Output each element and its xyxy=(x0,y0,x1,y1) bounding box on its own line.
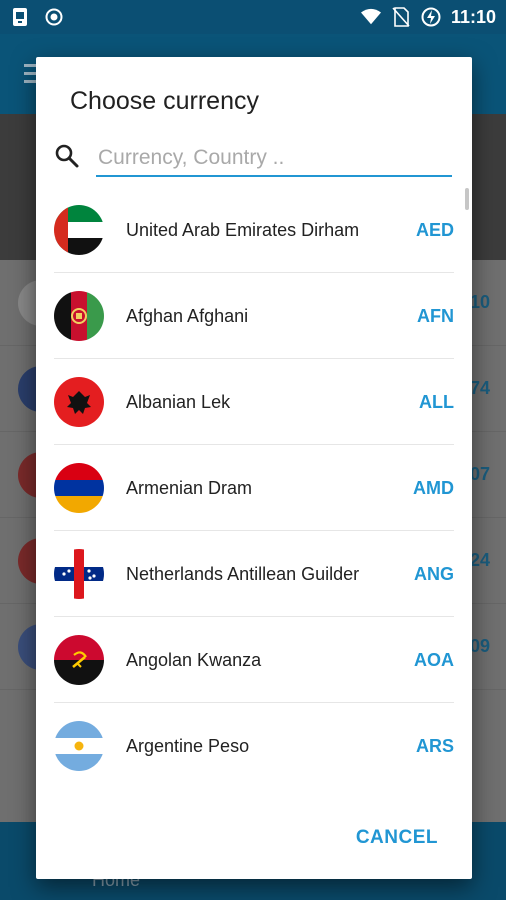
screenshot-icon xyxy=(10,7,30,27)
search-icon xyxy=(54,143,80,169)
converted-value: 74 xyxy=(469,378,490,398)
currency-code: ALL xyxy=(419,392,454,412)
choose-currency-dialog: Choose currency United Arab Emirates Dir… xyxy=(36,57,472,879)
currency-item-aoa[interactable]: Angolan Kwanza AOA xyxy=(54,617,454,703)
currency-name: Albanian Lek xyxy=(126,392,231,412)
no-sim-icon xyxy=(391,7,411,27)
currency-code: ANG xyxy=(414,564,454,584)
armenia-flag-icon xyxy=(54,463,104,513)
currency-list: United Arab Emirates Dirham AED Afghan A… xyxy=(54,187,454,787)
currency-name: Afghan Afghani xyxy=(126,306,249,326)
currency-item-amd[interactable]: Armenian Dram AMD xyxy=(54,445,454,531)
battery-charging-icon xyxy=(421,7,441,27)
converted-value: 24 xyxy=(469,550,490,570)
search-input[interactable] xyxy=(96,137,452,177)
currency-code: ARS xyxy=(415,736,454,756)
converted-value: 10 xyxy=(469,292,490,312)
currency-item-afn[interactable]: Afghan Afghani AFN xyxy=(54,273,454,359)
cancel-button[interactable]: CANCEL xyxy=(356,827,438,849)
converted-value: 09 xyxy=(469,636,490,656)
clock: 11:10 xyxy=(450,6,496,27)
currency-name: United Arab Emirates Dirham xyxy=(126,220,360,240)
currency-code: AMD xyxy=(413,478,454,498)
currency-code: AOA xyxy=(414,650,454,670)
currency-item-ars[interactable]: Argentine Peso ARS xyxy=(54,703,454,787)
search-row xyxy=(54,137,452,179)
scrollbar[interactable] xyxy=(465,188,469,210)
currency-code: AED xyxy=(415,220,454,240)
record-icon xyxy=(44,7,64,27)
currency-item-ang[interactable]: Netherlands Antillean Guilder ANG xyxy=(54,531,454,617)
uae-flag-icon xyxy=(54,205,104,255)
netherlands-antilles-flag-icon xyxy=(54,549,104,599)
converted-value: 07 xyxy=(469,464,490,484)
currency-name: Armenian Dram xyxy=(126,478,253,498)
currency-code: AFN xyxy=(417,306,454,326)
argentina-flag-icon xyxy=(54,721,104,771)
currency-item-all[interactable]: Albanian Lek ALL xyxy=(54,359,454,445)
wifi-icon xyxy=(360,7,381,27)
currency-item-aed[interactable]: United Arab Emirates Dirham AED xyxy=(54,187,454,273)
currency-name: Netherlands Antillean Guilder xyxy=(126,564,360,584)
currency-name: Angolan Kwanza xyxy=(126,650,262,670)
currency-name: Argentine Peso xyxy=(126,736,250,756)
angola-flag-icon xyxy=(54,635,104,685)
albania-flag-icon xyxy=(54,377,104,427)
afghanistan-flag-icon xyxy=(54,291,104,341)
dialog-title: Choose currency xyxy=(70,87,259,115)
status-bar: 11:10 xyxy=(0,0,506,34)
